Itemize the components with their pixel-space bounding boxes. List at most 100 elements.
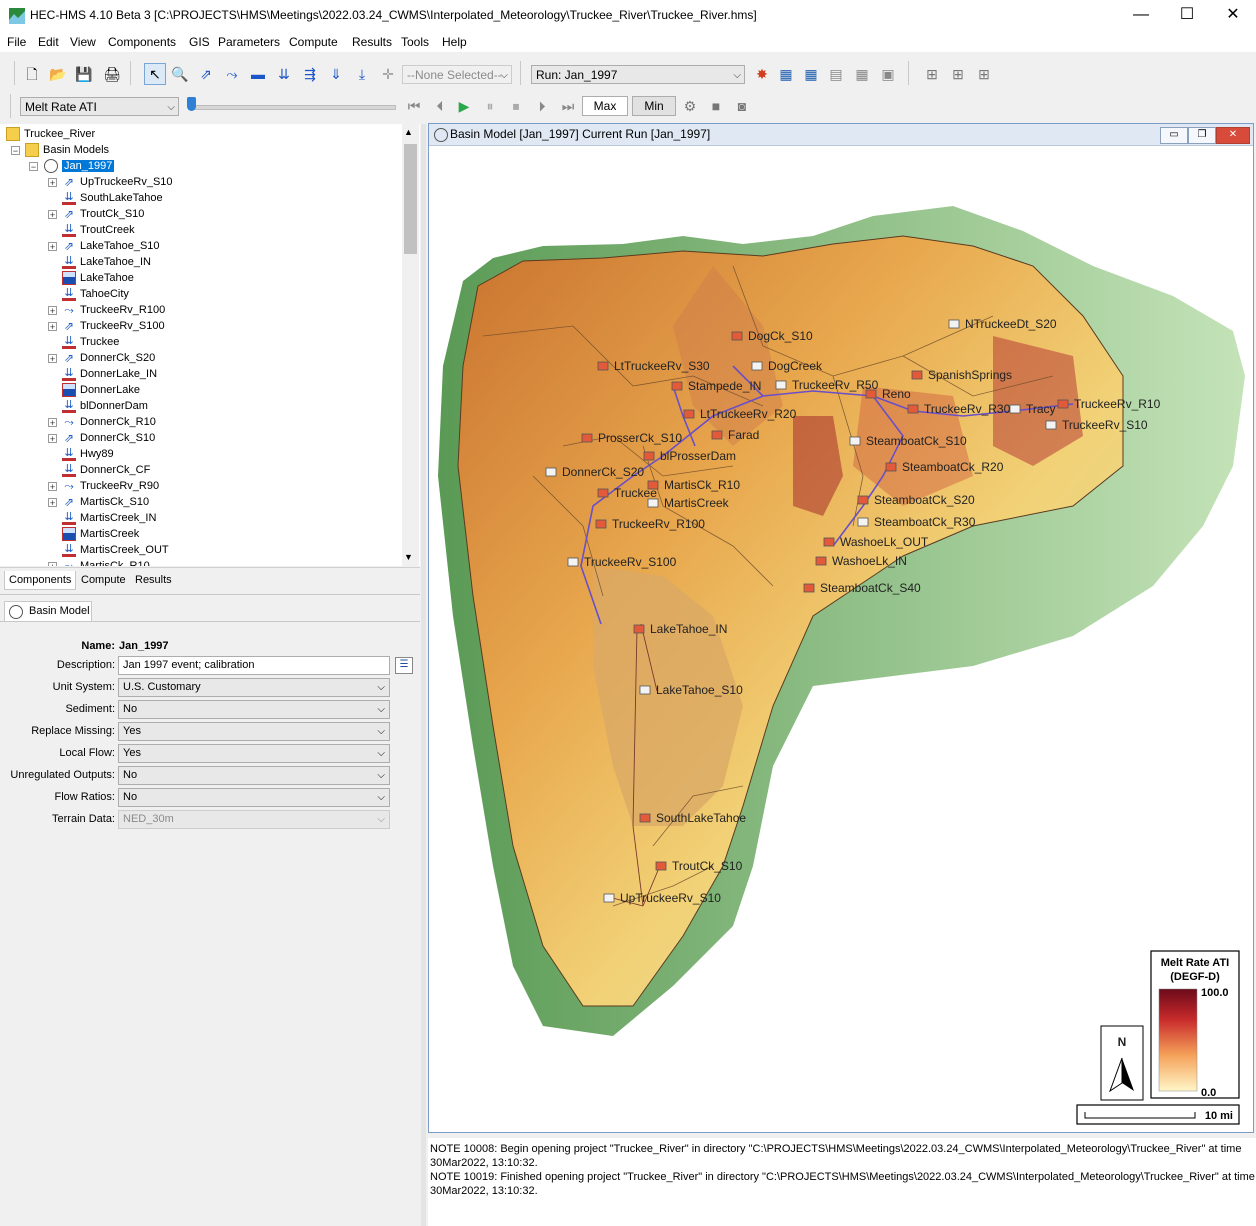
grid-view-1-icon[interactable]: ⊞ xyxy=(922,64,942,84)
max-button[interactable]: Max xyxy=(582,96,628,116)
tree-element-item[interactable]: ⇊ TahoeCity xyxy=(62,286,129,302)
tree-element-item[interactable]: ⤳ DonnerCk_R10 xyxy=(62,414,156,430)
map-element-marker[interactable] xyxy=(815,556,827,566)
map-element-label[interactable]: TruckeeRv_S100 xyxy=(584,555,677,569)
map-element-label[interactable]: MartisCreek xyxy=(664,496,730,510)
tree-element-item[interactable]: ⇗ MartisCk_S10 xyxy=(62,494,149,510)
arrow-tool-icon[interactable]: ↖ xyxy=(144,63,166,85)
maximize-button[interactable]: ☐ xyxy=(1164,0,1210,32)
menu-parameters[interactable]: Parameters xyxy=(218,35,280,49)
tree-element-item[interactable]: ⇊ DonnerCk_CF xyxy=(62,462,150,478)
map-element-label[interactable]: DonnerCk_S20 xyxy=(562,465,644,479)
first-frame-icon[interactable]: ⏮ xyxy=(404,96,424,116)
tree-element-item[interactable]: DonnerLake xyxy=(62,382,140,398)
tree-element-item[interactable]: ⇊ MartisCreek_OUT xyxy=(62,542,169,558)
map-element-marker[interactable] xyxy=(639,813,651,823)
map-close-button[interactable]: ✕ xyxy=(1216,127,1250,144)
map-element-label[interactable]: ProsserCk_S10 xyxy=(598,431,682,445)
map-restore-button[interactable]: ❐ xyxy=(1188,127,1216,144)
map-element-label[interactable]: Tracy xyxy=(1026,402,1056,416)
map-element-marker[interactable] xyxy=(1009,404,1021,414)
tree-scroll-thumb[interactable] xyxy=(404,144,417,254)
map-element-marker[interactable] xyxy=(683,409,695,419)
zoom-tool-icon[interactable]: 🔍 xyxy=(170,64,190,84)
expand-icon[interactable]: + xyxy=(48,242,57,252)
menu-view[interactable]: View xyxy=(70,35,96,49)
map-element-label[interactable]: SpanishSprings xyxy=(928,368,1012,382)
print-icon[interactable]: 🖨 xyxy=(102,64,122,84)
map-element-marker[interactable] xyxy=(803,583,815,593)
element-table-icon[interactable]: ▣ xyxy=(878,64,898,84)
next-frame-icon[interactable]: ⏵ xyxy=(532,96,552,116)
time-slider-thumb[interactable] xyxy=(187,97,196,111)
tree-element-item[interactable]: ⇊ blDonnerDam xyxy=(62,398,148,414)
time-slider-track[interactable] xyxy=(190,105,396,110)
map-element-label[interactable]: DogCreek xyxy=(768,359,823,373)
tree-element-item[interactable]: MartisCreek xyxy=(62,526,139,542)
tree-element-item[interactable]: ⇗ LakeTahoe_S10 xyxy=(62,238,160,254)
map-element-marker[interactable] xyxy=(647,480,659,490)
tree-element-item[interactable]: LakeTahoe xyxy=(62,270,134,286)
property-select[interactable]: Yes ⌵ xyxy=(118,744,390,763)
close-button[interactable]: ✕ xyxy=(1210,0,1256,32)
tree-element-item[interactable]: ⇗ TroutCk_S10 xyxy=(62,206,144,222)
collapse-icon[interactable]: − xyxy=(29,162,38,172)
tab-compute[interactable]: Compute xyxy=(77,571,130,589)
menu-gis[interactable]: GIS xyxy=(189,35,210,49)
map-element-marker[interactable] xyxy=(639,685,651,695)
map-element-marker[interactable] xyxy=(603,893,615,903)
map-element-marker[interactable] xyxy=(911,370,923,380)
property-select[interactable]: No ⌵ xyxy=(118,788,390,807)
map-element-marker[interactable] xyxy=(633,624,645,634)
subbasin-tool-icon[interactable]: ⇗ xyxy=(196,64,216,84)
tree-element-item[interactable]: ⤳ TruckeeRv_R90 xyxy=(62,478,159,494)
tree-element-item[interactable]: ⇊ DonnerLake_IN xyxy=(62,366,157,382)
map-element-marker[interactable] xyxy=(731,331,743,341)
map-element-label[interactable]: TruckeeRv_R100 xyxy=(612,517,705,531)
menu-compute[interactable]: Compute xyxy=(289,35,338,49)
open-project-icon[interactable]: 📂 xyxy=(48,64,68,84)
snapshot-camera-icon[interactable]: ◙ xyxy=(732,96,752,116)
expand-icon[interactable]: + xyxy=(48,498,57,508)
map-element-marker[interactable] xyxy=(948,319,960,329)
grid-parameter-combo[interactable]: Melt Rate ATI ⌵ xyxy=(20,97,179,116)
play-icon[interactable]: ▶ xyxy=(454,96,474,116)
map-element-label[interactable]: TroutCk_S10 xyxy=(672,859,743,873)
map-element-label[interactable]: WashoeLk_OUT xyxy=(840,535,929,549)
map-element-label[interactable]: SouthLakeTahoe xyxy=(656,811,746,825)
map-element-marker[interactable] xyxy=(597,488,609,498)
minimize-button[interactable]: — xyxy=(1118,0,1164,32)
tree-element-item[interactable]: ⇊ TroutCreek xyxy=(62,222,135,238)
map-element-marker[interactable] xyxy=(647,498,659,508)
map-element-marker[interactable] xyxy=(643,451,655,461)
expand-icon[interactable]: + xyxy=(48,354,57,364)
compute-run-icon[interactable]: ✸ xyxy=(752,64,772,84)
junction-tool-icon[interactable]: ⇊ xyxy=(274,64,294,84)
tree-element-item[interactable]: ⇗ TruckeeRv_S100 xyxy=(62,318,165,334)
map-element-label[interactable]: TruckeeRv_R50 xyxy=(792,378,879,392)
map-minimize-button[interactable]: ▭ xyxy=(1160,127,1188,144)
splitter[interactable] xyxy=(421,124,426,1226)
tree-element-item[interactable]: ⇗ UpTruckeeRv_S10 xyxy=(62,174,173,190)
tree-element-item[interactable]: ⇊ Truckee xyxy=(62,334,119,350)
grid-view-2-icon[interactable]: ⊞ xyxy=(948,64,968,84)
map-element-marker[interactable] xyxy=(655,861,667,871)
expand-icon[interactable]: + xyxy=(48,178,57,188)
map-element-marker[interactable] xyxy=(597,361,609,371)
element-summary-icon[interactable]: ▤ xyxy=(826,64,846,84)
prev-frame-icon[interactable]: ⏴ xyxy=(430,96,450,116)
map-element-marker[interactable] xyxy=(1057,399,1069,409)
map-element-label[interactable]: LakeTahoe_IN xyxy=(650,622,727,636)
map-element-marker[interactable] xyxy=(823,537,835,547)
diversion-tool-icon[interactable]: ⇶ xyxy=(300,64,320,84)
tab-results[interactable]: Results xyxy=(131,571,176,589)
tree-element-item[interactable]: ⇊ MartisCreek_IN xyxy=(62,510,156,526)
tree-project[interactable]: Truckee_River xyxy=(6,126,95,142)
expand-icon[interactable]: + xyxy=(48,434,57,444)
map-element-marker[interactable] xyxy=(907,404,919,414)
description-editor-icon[interactable]: ☰ xyxy=(395,657,413,674)
source-tool-icon[interactable]: ⇓ xyxy=(326,64,346,84)
map-element-label[interactable]: SteamboatCk_S40 xyxy=(820,581,921,595)
expand-icon[interactable]: + xyxy=(48,322,57,332)
crosshair-tool-icon[interactable]: ✛ xyxy=(378,64,398,84)
